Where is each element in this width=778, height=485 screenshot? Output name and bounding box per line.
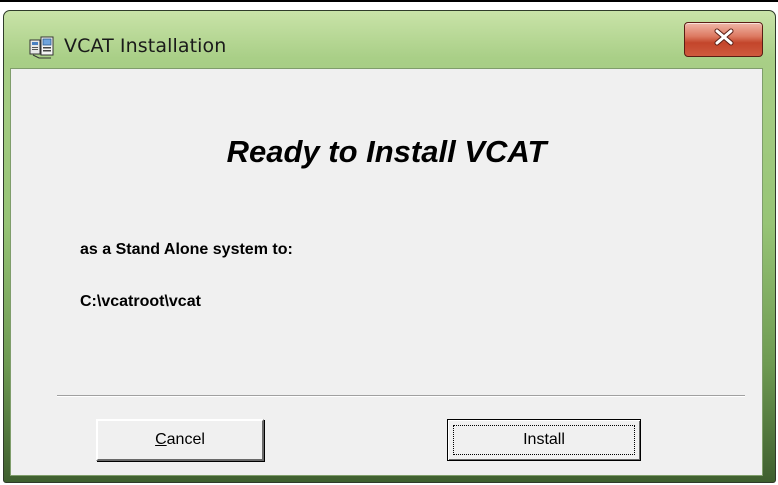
cancel-button[interactable]: Cancel bbox=[96, 419, 264, 461]
close-icon bbox=[713, 28, 735, 51]
title-bar[interactable]: VCAT Installation bbox=[4, 11, 775, 68]
installer-window: VCAT Installation Ready to Install VCAT … bbox=[3, 10, 776, 483]
dialog-body: Ready to Install VCAT as a Stand Alone s… bbox=[10, 68, 763, 476]
install-mode-text: as a Stand Alone system to: bbox=[80, 241, 293, 258]
dialog-heading: Ready to Install VCAT bbox=[226, 134, 547, 169]
install-path-text: C:\vcatroot\vcat bbox=[80, 293, 201, 310]
window-title: VCAT Installation bbox=[64, 35, 227, 57]
close-button[interactable] bbox=[684, 22, 763, 57]
cancel-mnemonic: C bbox=[155, 431, 167, 448]
separator-line bbox=[57, 395, 745, 397]
install-button-label: Install bbox=[523, 431, 565, 448]
top-border-line bbox=[0, 0, 778, 2]
install-button[interactable]: Install bbox=[447, 419, 641, 461]
cancel-button-label: Cancel bbox=[155, 431, 205, 449]
cancel-label-rest: ancel bbox=[166, 431, 205, 448]
installer-icon bbox=[29, 35, 55, 59]
